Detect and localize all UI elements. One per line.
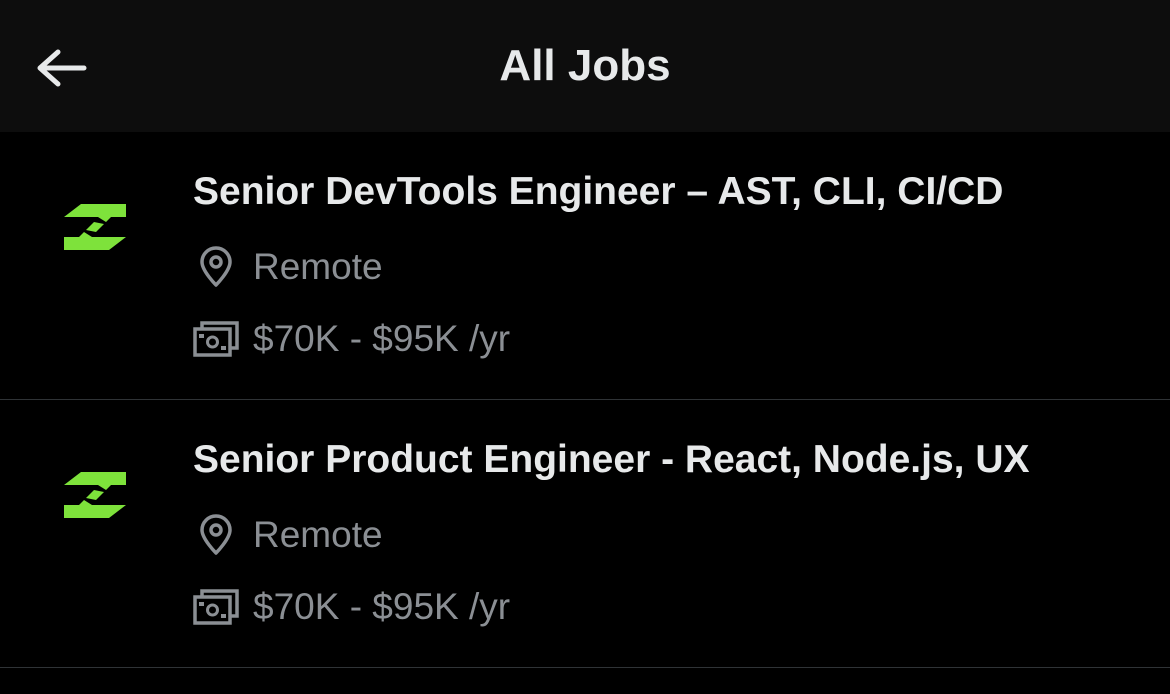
- job-list-item[interactable]: Senior Product Engineer - React, Node.js…: [0, 400, 1170, 668]
- job-list: Senior DevTools Engineer – AST, CLI, CI/…: [0, 132, 1170, 668]
- job-salary: $70K - $95K /yr: [193, 586, 510, 628]
- job-title: Senior DevTools Engineer – AST, CLI, CI/…: [193, 170, 1004, 213]
- arrow-left-icon: [37, 49, 87, 87]
- map-pin-icon: [193, 246, 239, 288]
- company-logo-icon: [64, 472, 126, 518]
- page-title: All Jobs: [499, 41, 671, 90]
- job-list-item[interactable]: Senior DevTools Engineer – AST, CLI, CI/…: [0, 132, 1170, 400]
- app: All Jobs Senior DevTools Engineer – AST,…: [0, 0, 1170, 694]
- job-title: Senior Product Engineer - React, Node.js…: [193, 438, 1030, 481]
- location-text: Remote: [253, 246, 383, 287]
- salary-text: $70K - $95K /yr: [253, 586, 511, 627]
- job-location: Remote: [193, 246, 383, 288]
- map-pin-icon: [193, 514, 239, 556]
- salary-text: $70K - $95K /yr: [253, 318, 511, 359]
- money-icon: [193, 586, 239, 628]
- header-bar: All Jobs: [0, 0, 1170, 132]
- location-text: Remote: [253, 514, 383, 555]
- money-icon: [193, 318, 239, 360]
- job-location: Remote: [193, 514, 383, 556]
- back-button[interactable]: [22, 30, 98, 106]
- company-logo-icon: [64, 204, 126, 250]
- job-salary: $70K - $95K /yr: [193, 318, 510, 360]
